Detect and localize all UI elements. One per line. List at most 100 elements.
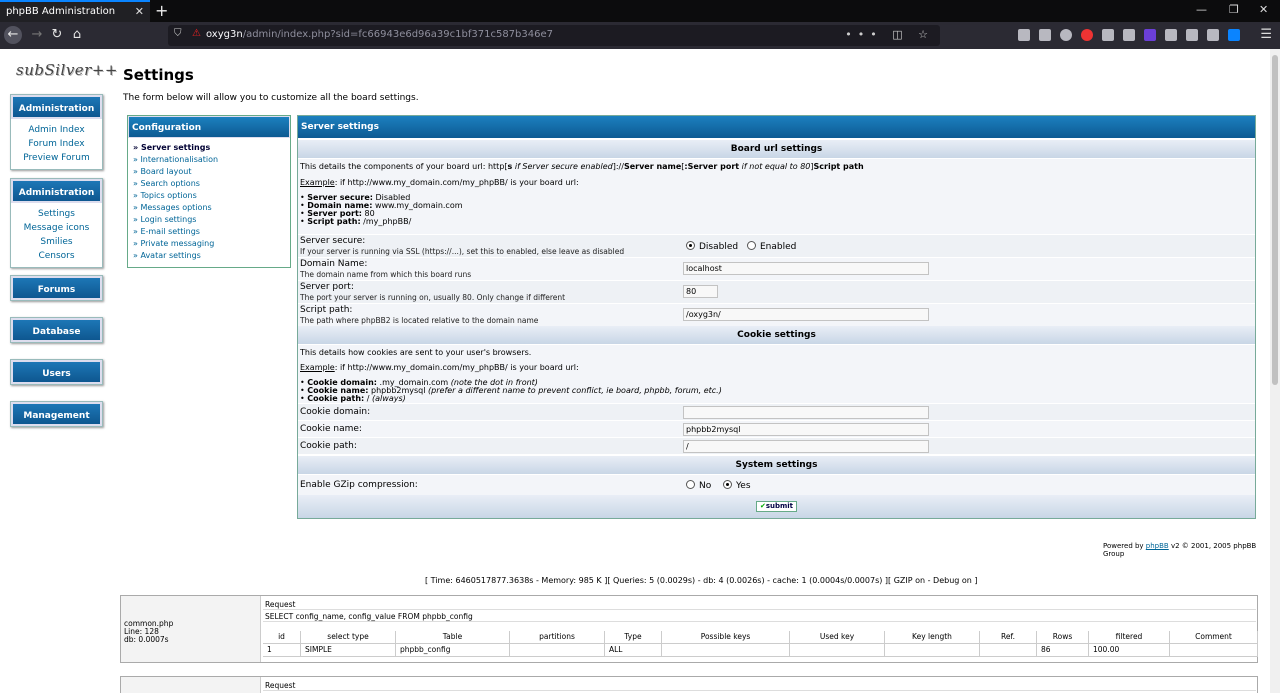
cookie-domain-input[interactable] xyxy=(683,406,929,419)
sql-request: Request SELECT config_name, config_value… xyxy=(263,598,1256,622)
cookie-name-input[interactable]: phpbb2mysql xyxy=(683,423,929,436)
url-host: oxyg3n xyxy=(206,29,243,40)
config-messages-options[interactable]: » Messages options xyxy=(128,202,290,214)
config-internationalisation[interactable]: » Internationalisation xyxy=(128,154,290,166)
server-port-input[interactable]: 80 xyxy=(683,285,718,298)
server-secure-enabled-radio[interactable]: Enabled xyxy=(747,241,796,252)
gzip-yes-radio[interactable]: Yes xyxy=(723,480,751,491)
browser-tab[interactable]: phpBB Administration ✕ xyxy=(0,0,150,22)
domain-name-input[interactable]: localhost xyxy=(683,262,929,275)
home-icon[interactable]: ⌂ xyxy=(68,26,86,44)
tab-close-icon[interactable]: ✕ xyxy=(135,5,144,18)
page-content: subSilver++ Administration Admin Index F… xyxy=(0,49,1270,693)
config-email-settings[interactable]: » E-mail settings xyxy=(128,226,290,238)
script-path-label: Script path: xyxy=(300,305,353,315)
gzip-no-radio[interactable]: No xyxy=(686,480,711,491)
domain-name-help: The domain name from which this board ru… xyxy=(300,270,472,279)
nav-settings[interactable]: Settings xyxy=(11,207,102,221)
configuration-header: Configuration xyxy=(128,116,290,138)
powered-by: Powered by phpBB v2 © 2001, 2005 phpBB G… xyxy=(1103,542,1257,558)
configuration-menu: Configuration » Server settings » Intern… xyxy=(127,115,291,268)
page-actions[interactable]: ••• ◫ ☆ xyxy=(845,28,934,41)
extension-badge-icon[interactable] xyxy=(1144,29,1156,41)
ublock-icon[interactable] xyxy=(1081,29,1093,41)
radio-label: No xyxy=(699,481,712,491)
more-icon[interactable]: ••• xyxy=(845,28,882,41)
cookie-bullets: • Cookie domain: .my_domain.com (note th… xyxy=(300,379,722,403)
server-secure-label: Server secure: xyxy=(300,236,366,246)
nav-preview-forum[interactable]: Preview Forum xyxy=(11,151,102,165)
script-path-help: The path where phpBB2 is located relativ… xyxy=(300,316,539,325)
table-header: id select type Table partitions Type Pos… xyxy=(263,631,1258,644)
eye-icon[interactable] xyxy=(1102,29,1114,41)
cloud-icon[interactable] xyxy=(1123,29,1135,41)
restore-icon[interactable]: ❐ xyxy=(1229,3,1239,16)
sql-source: common.php Line: 128 db: 0.0007s xyxy=(121,596,261,662)
url-text[interactable]: oxyg3n/admin/index.php?sid=fc66943e6d96a… xyxy=(206,29,553,40)
tools-icon[interactable] xyxy=(1186,29,1198,41)
script-path-input[interactable]: /oxyg3n/ xyxy=(683,308,929,321)
nav-admin-index[interactable]: Admin Index xyxy=(11,123,102,137)
cookie-path-label: Cookie path: xyxy=(300,441,357,451)
eyedropper-icon[interactable] xyxy=(1207,29,1219,41)
nav-message-icons[interactable]: Message icons xyxy=(11,221,102,235)
config-topics-options[interactable]: » Topics options xyxy=(128,190,290,202)
cookie-path-row: Cookie path: / xyxy=(298,437,1255,454)
cookie-settings-header: Cookie settings xyxy=(298,326,1255,344)
nav-admin-header-2[interactable]: Administration xyxy=(11,179,102,203)
nav-forums[interactable]: Forums xyxy=(11,276,102,300)
minimize-icon[interactable]: — xyxy=(1196,3,1207,16)
server-secure-row: Server secure: If your server is running… xyxy=(298,234,1255,257)
config-search-options[interactable]: » Search options xyxy=(128,178,290,190)
account-icon[interactable] xyxy=(1060,29,1072,41)
submit-button[interactable]: ✔submit xyxy=(756,501,797,512)
library-icon[interactable] xyxy=(1018,29,1030,41)
nav-management[interactable]: Management xyxy=(11,402,102,426)
config-board-layout[interactable]: » Board layout xyxy=(128,166,290,178)
board-url-bullets: • Server secure: Disabled • Domain name:… xyxy=(300,194,463,226)
forward-icon[interactable]: → xyxy=(28,26,46,44)
nav-users[interactable]: Users xyxy=(11,360,102,384)
bookmark-star-icon[interactable]: ☆ xyxy=(918,28,934,41)
config-private-messaging[interactable]: » Private messaging xyxy=(128,238,290,250)
submit-row: ✔submit xyxy=(298,495,1255,518)
nav-admin-header[interactable]: Administration xyxy=(11,95,102,119)
menu-icon[interactable]: ☰ xyxy=(1260,27,1272,42)
server-secure-disabled-radio[interactable]: Disabled xyxy=(686,241,738,252)
scrollbar-thumb[interactable] xyxy=(1272,55,1278,385)
config-server-settings[interactable]: » Server settings xyxy=(128,142,290,154)
sql-report: common.php Line: 128 db: 0.0007s Request… xyxy=(120,595,1258,663)
config-login-settings[interactable]: » Login settings xyxy=(128,214,290,226)
window-close-icon[interactable]: ✕ xyxy=(1259,3,1268,16)
url-bar[interactable]: ⛉ ⚠ oxyg3n/admin/index.php?sid=fc66943e6… xyxy=(168,25,940,46)
zoom-extension-icon[interactable] xyxy=(1228,29,1240,41)
reload-icon[interactable]: ↻ xyxy=(48,26,66,44)
config-avatar-settings[interactable]: » Avatar settings xyxy=(128,250,290,262)
back-icon[interactable]: ← xyxy=(4,26,22,44)
nav-forum-index[interactable]: Forum Index xyxy=(11,137,102,151)
shield-icon[interactable]: ⛉ xyxy=(174,28,182,39)
gzip-label: Enable GZip compression: xyxy=(300,480,418,490)
server-settings-header: Server settings xyxy=(298,116,1255,138)
page-intro: The form below will allow you to customi… xyxy=(123,93,419,103)
nav-censors[interactable]: Censors xyxy=(11,249,102,263)
insecure-lock-icon[interactable]: ⚠ xyxy=(192,28,201,39)
cookie-desc-text: This details how cookies are sent to you… xyxy=(300,348,532,357)
script-path-row: Script path: The path where phpBB2 is lo… xyxy=(298,303,1255,326)
pocket-icon[interactable]: ◫ xyxy=(892,28,908,41)
page-scrollbar[interactable] xyxy=(1270,49,1280,693)
board-url-format: This details the components of your boar… xyxy=(300,162,864,171)
phpbb-link[interactable]: phpBB xyxy=(1146,542,1169,550)
nav-smilies[interactable]: Smilies xyxy=(11,235,102,249)
sql-source-2 xyxy=(121,677,261,693)
cookie-path-input[interactable]: / xyxy=(683,440,929,453)
board-url-header: Board url settings xyxy=(298,140,1255,158)
sidebar-icon[interactable] xyxy=(1039,29,1051,41)
subsilver-logo[interactable]: subSilver++ xyxy=(16,61,118,79)
nav-bar: ← → ↻ ⌂ ⛉ ⚠ oxyg3n/admin/index.php?sid=f… xyxy=(0,22,1280,49)
server-port-help: The port your server is running on, usua… xyxy=(300,293,566,302)
nav-database[interactable]: Database xyxy=(11,318,102,342)
nav-forums-box: Forums xyxy=(10,275,103,301)
screenshot-icon[interactable] xyxy=(1165,29,1177,41)
new-tab-icon[interactable]: + xyxy=(155,1,168,20)
